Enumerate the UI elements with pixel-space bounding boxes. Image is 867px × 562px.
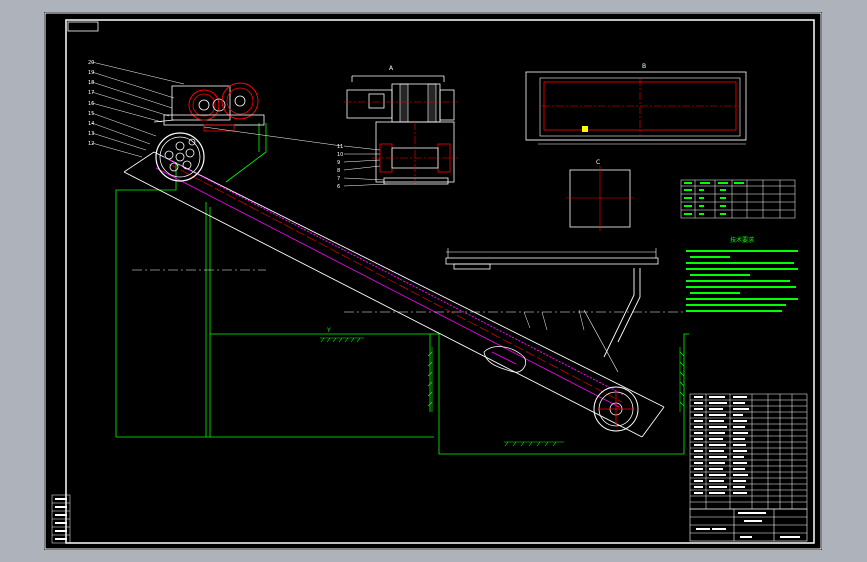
tech-req-title: 技术要求 (730, 236, 754, 244)
tail-sprocket (593, 386, 639, 432)
drive-section-view: A 11 10 9 8 7 6 (337, 65, 458, 190)
drive-unit (153, 82, 265, 132)
part-callouts (91, 61, 585, 331)
svg-text:9: 9 (337, 160, 340, 166)
svg-text:7: 7 (337, 176, 340, 182)
svg-text:19: 19 (88, 70, 94, 76)
drawing-canvas: Y 20 19 18 17 16 15 14 13 12 A 11 10 9 8… (44, 12, 822, 550)
ground-label: Y (326, 327, 331, 334)
scale-tag-box (67, 21, 99, 32)
revision-block (51, 494, 71, 544)
conveyor-main-view: Y (115, 82, 689, 455)
svg-text:6: 6 (337, 184, 340, 190)
svg-text:12: 12 (88, 141, 94, 147)
section-b-view: B (525, 63, 747, 145)
svg-text:11: 11 (337, 144, 343, 150)
spec-table (680, 179, 796, 219)
conveyor-centerline (168, 163, 623, 403)
svg-text:16: 16 (88, 101, 94, 107)
svg-text:18: 18 (88, 80, 94, 86)
chain-upper (163, 156, 625, 396)
svg-text:10: 10 (337, 152, 343, 158)
parts-list-text (694, 396, 749, 494)
detail-c-view: C (566, 159, 634, 231)
cad-viewport: Y 20 19 18 17 16 15 14 13 12 A 11 10 9 8… (0, 0, 867, 562)
svg-text:14: 14 (88, 121, 94, 127)
svg-text:B: B (642, 63, 646, 70)
svg-text:13: 13 (88, 131, 94, 137)
inclined-casing (123, 151, 665, 438)
part-number-labels: 20 19 18 17 16 15 14 13 12 (88, 60, 94, 147)
svg-text:15: 15 (88, 111, 94, 117)
section-a-label: A (389, 65, 394, 72)
svg-text:17: 17 (88, 90, 94, 96)
svg-text:20: 20 (88, 60, 94, 66)
technical-requirements: 技术要求 (686, 236, 798, 312)
chain-lower (155, 167, 620, 408)
svg-text:C: C (596, 159, 600, 166)
drawing-sheet[interactable]: Y 20 19 18 17 16 15 14 13 12 A 11 10 9 8… (44, 12, 822, 550)
parts-list (689, 393, 808, 510)
tech-req-text-lines (686, 250, 798, 312)
svg-text:8: 8 (337, 168, 340, 174)
